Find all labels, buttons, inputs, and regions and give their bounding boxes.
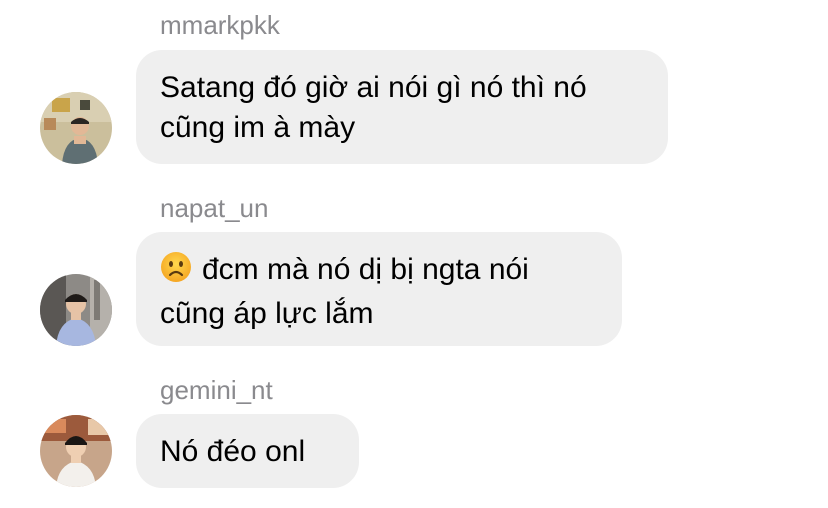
- avatar[interactable]: [40, 92, 112, 164]
- avatar[interactable]: [40, 415, 112, 487]
- message-bubble[interactable]: Nó đéo onl: [136, 414, 359, 488]
- sender-name[interactable]: napat_un: [160, 193, 268, 223]
- message-text: cũng áp lực lắm: [160, 297, 374, 330]
- avatar[interactable]: [40, 274, 112, 346]
- sender-name[interactable]: mmarkpkk: [160, 10, 280, 40]
- message-text: Nó đéo onl: [160, 435, 306, 468]
- sender-name[interactable]: gemini_nt: [160, 375, 273, 405]
- message-text: đcm mà nó dị bị ngta nói: [202, 253, 529, 286]
- message-line: đcm mà nó dị bị ngta nói: [160, 250, 598, 294]
- message-bubble[interactable]: Satang đó giờ ai nói gì nó thì nó cũng i…: [136, 50, 668, 164]
- frowning-face-icon: [160, 251, 192, 294]
- message-text: cũng im à mày: [160, 111, 356, 144]
- message-text: Satang đó giờ ai nói gì nó thì nó: [160, 71, 587, 104]
- message-bubble[interactable]: đcm mà nó dị bị ngta nói cũng áp lực lắm: [136, 232, 622, 346]
